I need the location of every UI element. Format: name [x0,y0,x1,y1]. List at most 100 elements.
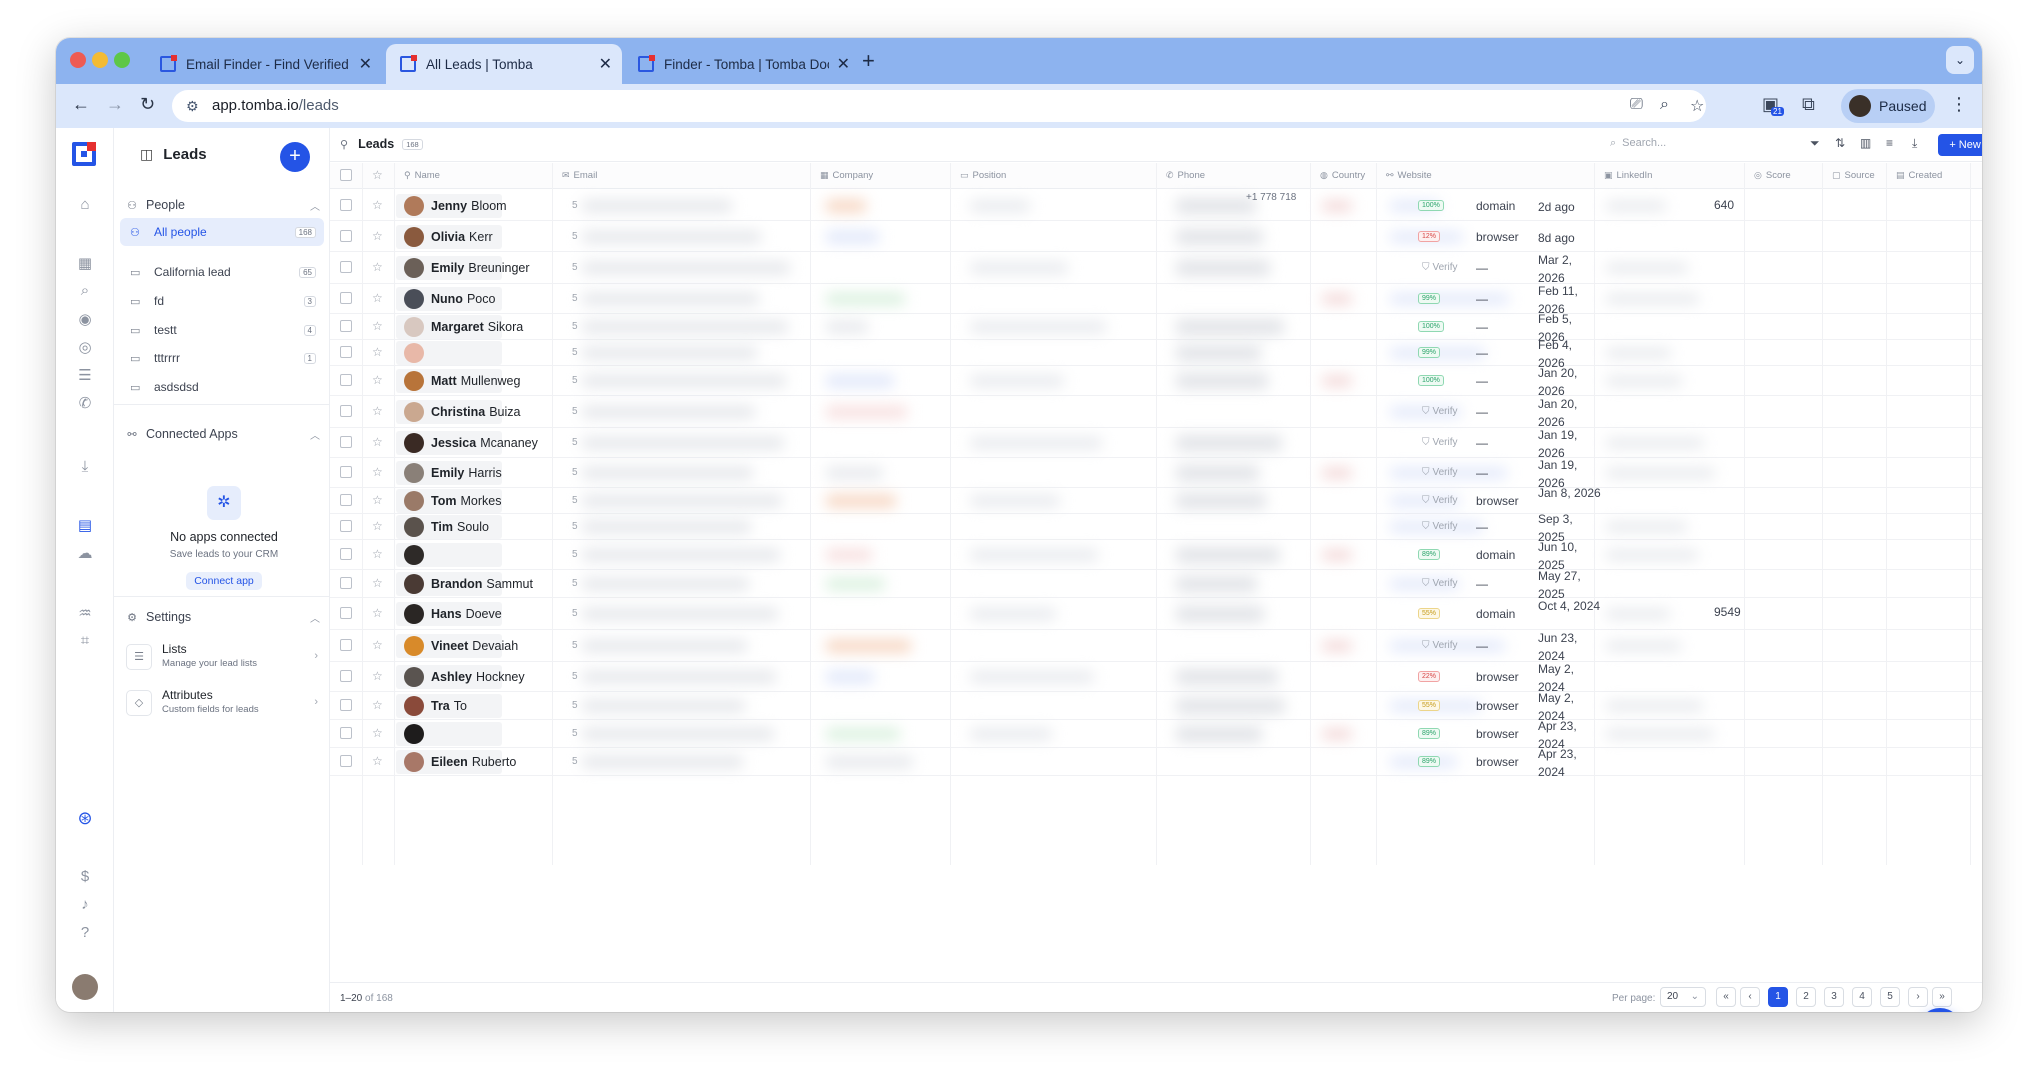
row-checkbox[interactable] [340,346,352,358]
new-tab-button[interactable]: + [862,48,875,74]
row-checkbox[interactable] [340,261,352,273]
per-page-select[interactable]: 20 ⌄ [1660,987,1706,1007]
cloud-icon[interactable]: ☁ [74,544,96,562]
star-header-icon[interactable]: ☆ [372,168,383,182]
tab-finder-docs[interactable]: Finder - Tomba | Tomba Docu ✕ [624,44,860,84]
panel-icon[interactable]: ◫ [140,146,153,163]
table-row[interactable]: ☆ Christina Buiza 5 ⛉ Verify — Jan 20, 2026 [330,396,1982,429]
verify-button[interactable]: ⛉ Verify [1422,406,1458,417]
row-checkbox[interactable] [340,670,352,682]
star-icon[interactable]: ☆ [372,638,383,652]
tomba-logo-icon[interactable] [72,142,96,166]
close-window-button[interactable] [70,52,86,68]
star-icon[interactable]: ☆ [372,698,383,712]
chevron-up-icon[interactable]: ︿ [310,427,320,442]
column-header[interactable]: ▭ Position [960,170,1006,181]
user-circle-icon[interactable]: ◉ [74,310,96,328]
row-checkbox[interactable] [340,577,352,589]
verify-button[interactable]: ⛉ Verify [1422,437,1458,448]
column-header[interactable]: ◎ Score [1754,170,1791,181]
check-circle-icon[interactable]: ◎ [74,338,96,356]
search-icon[interactable]: ⌕ [74,282,96,299]
column-header[interactable]: ▦ Company [820,170,873,181]
user-avatar[interactable] [72,974,98,1000]
table-row[interactable]: ☆ Jessica Mcananey 5 ⛉ Verify — Jan 19, 2026 [330,428,1982,460]
address-bar[interactable]: ⚙ app.tomba.io/leads ⎚ ⌕ ☆ [172,90,1706,122]
star-icon[interactable]: ☆ [372,519,383,533]
lead-name[interactable] [404,545,435,565]
building-icon[interactable]: ▦ [74,254,96,272]
browser-menu-icon[interactable]: ⋮ [1950,94,1968,115]
lead-name[interactable]: Tom Morkes [404,491,501,511]
last-page-button[interactable]: » [1932,987,1952,1007]
column-header[interactable]: ◍ Country [1320,170,1365,181]
row-checkbox[interactable] [340,374,352,386]
select-all-checkbox[interactable] [340,169,352,181]
lead-name[interactable]: Hans Doeve [404,604,502,624]
new-lead-button[interactable]: + New lead [1938,134,1982,156]
bookmark-star-icon[interactable]: ☆ [1690,96,1704,116]
table-row[interactable]: ☆ Hans Doeve 5 55% domain Oct 4, 2024 9549 [330,598,1982,630]
lead-name[interactable]: Brandon Sammut [404,574,533,594]
settings-item-lists[interactable]: ☰ Lists Manage your lead lists › [126,640,322,680]
star-icon[interactable]: ☆ [372,319,383,333]
star-icon[interactable]: ☆ [372,606,383,620]
lead-name[interactable] [404,343,435,363]
forward-arrow-icon[interactable]: → [106,94,124,115]
row-checkbox[interactable] [340,520,352,532]
row-checkbox[interactable] [340,699,352,711]
column-header[interactable]: ▢ Source [1832,170,1875,181]
sidebar-item-list[interactable]: ▭ testt 4 [120,316,324,344]
verify-button[interactable]: ⛉ Verify [1422,640,1458,651]
sidebar-item-list[interactable]: ▭ fd 3 [120,287,324,315]
table-row[interactable]: ☆ Brandon Sammut 5 ⛉ Verify — May 27, 2025 [330,569,1982,601]
first-page-button[interactable]: « [1716,987,1736,1007]
verify-button[interactable]: ⛉ Verify [1422,521,1458,532]
table-row[interactable]: ☆ Tom Morkes 5 ⛉ Verify browser Jan 8, 2026 [330,486,1982,514]
install-app-icon[interactable]: ⎚ [1630,96,1643,114]
page-button[interactable]: 4 [1852,987,1872,1007]
table-row[interactable]: ☆ Tra To 5 55% browser May 2, 2024 [330,691,1982,723]
code-icon[interactable]: ⌗ [74,632,96,649]
column-header[interactable]: ✉ Email [562,170,597,181]
lead-name[interactable]: Nuno Poco [404,289,495,309]
row-checkbox[interactable] [340,727,352,739]
star-icon[interactable]: ☆ [372,198,383,212]
compass-icon[interactable]: ⊛ [74,808,96,829]
chevron-up-icon[interactable]: ︿ [310,198,320,213]
help-icon[interactable]: ? [74,924,96,941]
column-header[interactable]: ▤ Created [1896,170,1942,181]
add-list-button[interactable]: + [280,142,310,172]
back-arrow-icon[interactable]: ← [72,94,90,115]
lead-name[interactable]: Tim Soulo [404,517,489,537]
density-icon[interactable]: ≡ [1886,136,1893,150]
section-people[interactable]: ⚇ People ︿ [124,198,324,213]
tab-email-finder[interactable]: Email Finder - Find Verified B ✕ [146,44,382,84]
star-icon[interactable]: ☆ [372,754,383,768]
list-icon[interactable]: ☰ [74,366,96,384]
table-row[interactable]: ☆ Vineet Devaiah 5 ⛉ Verify — Jun 23, 2024 [330,630,1982,663]
chevron-up-icon[interactable]: ︿ [310,610,320,625]
row-checkbox[interactable] [340,292,352,304]
row-checkbox[interactable] [340,639,352,651]
verify-button[interactable]: ⛉ Verify [1422,495,1458,506]
profile-paused-button[interactable]: Paused [1841,89,1935,123]
table-row[interactable]: ☆ Nuno Poco 5 99% — Feb 11, 2026 [330,284,1982,316]
minimize-window-button[interactable] [92,52,108,68]
row-checkbox[interactable] [340,466,352,478]
page-button[interactable]: 3 [1824,987,1844,1007]
star-icon[interactable]: ☆ [372,404,383,418]
prev-page-button[interactable]: ‹ [1740,987,1760,1007]
lead-name[interactable]: Christina Buiza [404,402,520,422]
row-checkbox[interactable] [340,436,352,448]
star-icon[interactable]: ☆ [372,547,383,561]
row-checkbox[interactable] [340,607,352,619]
star-icon[interactable]: ☆ [372,291,383,305]
lead-name[interactable]: Matt Mullenweg [404,371,520,391]
sidebar-item-list[interactable]: ▭ tttrrrr 1 [120,344,324,372]
lead-name[interactable]: Jenny Bloom [404,196,507,216]
sidebar-item-all-people[interactable]: ⚇ All people 168 [120,218,324,246]
connect-app-button[interactable]: Connect app [186,572,262,590]
star-icon[interactable]: ☆ [372,435,383,449]
table-row[interactable]: ☆ 5 99% — Feb 4, 2026 [330,338,1982,370]
